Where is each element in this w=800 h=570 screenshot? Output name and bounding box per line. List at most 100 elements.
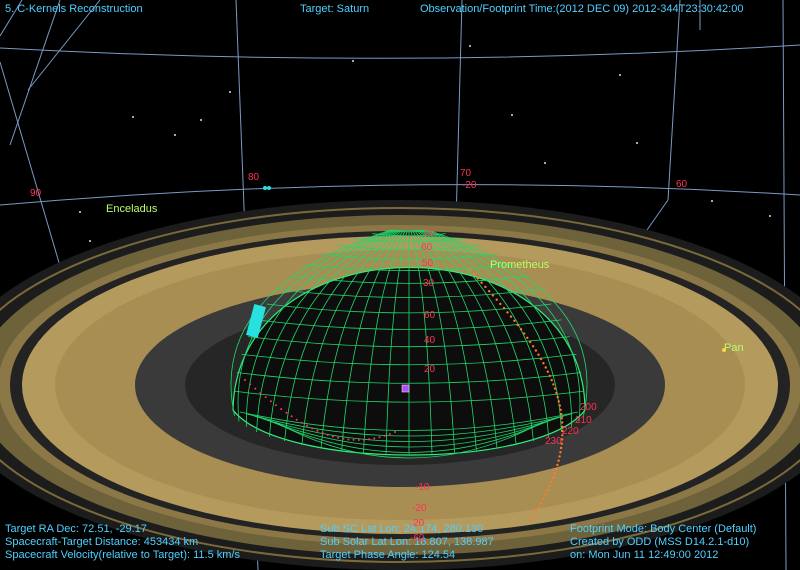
reconstruction-title: 5. C-Kernels Reconstruction [5,3,143,15]
trajectory-dot [560,412,563,416]
footprint-track-dot [368,438,371,441]
footprint-track-dot [259,391,262,394]
trajectory-dot [556,395,559,399]
planet-lon-label: 220 [562,426,579,437]
planet-lon-label: 230 [545,436,562,447]
trajectory-dot [468,268,472,272]
planet-lat-label: 80 [424,228,436,239]
target-ra-dec: Target RA Dec: 72.51, -29.17 [5,523,147,535]
body-label-enceladus[interactable]: Enceladus [106,203,157,215]
footprint-track-dot [285,411,288,414]
planet-lon-label: 210 [575,415,592,426]
viewer-canvas[interactable]: 5. C-Kernels Reconstruction Target: Satu… [0,0,800,570]
trajectory-dot [530,518,533,522]
trajectory-dot [537,506,541,509]
footprint-track-dot [331,435,334,438]
trajectory-dot [535,510,538,513]
footprint-track-dot [295,418,298,421]
trajectory-dot [542,497,545,500]
trajectory-dot [506,311,509,314]
sky-grid-label: -20 [462,180,477,191]
planet-lat-label: 50 [422,258,434,269]
footprint-track-dot [394,431,396,433]
body-label-prometheus[interactable]: Prometheus [490,259,549,271]
target-phase-angle: Target Phase Angle: 124.54 [320,549,456,561]
trajectory-dot [553,387,557,390]
trajectory-dot [532,514,536,517]
trajectory-dot [553,472,556,475]
footprint-track-dot [326,433,329,436]
trajectory-dot [557,459,560,462]
footprint-track-dot [311,427,314,430]
target-label: Target: Saturn [300,3,370,15]
footprint-track-dot [264,396,267,399]
planet-lat-label: 40 [424,335,436,346]
hud-target: Target: Saturn [300,3,369,16]
trajectory-dot [499,302,502,306]
planet-lat-label: 20 [413,518,425,529]
footprint-track-dot [280,408,283,411]
trajectory-dot [476,277,479,280]
trajectory-dot [559,408,562,411]
trajectory-dot [552,383,555,386]
footprint-track-dot [347,438,350,441]
trajectory-dot [472,273,476,276]
hud-top-left: 5. C-Kernels Reconstruction [5,3,143,16]
saturn-scene[interactable] [0,0,800,570]
trajectory-dot [526,336,529,339]
trajectory-dot [558,404,561,407]
sub-solar-lat-lon: Sub Solar Lat Lon: 16.807, 138.987 [320,536,494,548]
trajectory-dot [513,319,516,322]
footprint-track-dot [306,424,309,427]
planet-lat-label: 30 [423,278,435,289]
trajectory-dot [550,480,553,484]
trajectory-dot [558,455,561,458]
trajectory-dot [548,484,551,488]
trajectory-dot [560,417,563,420]
sub-sc-lat-lon: Sub SC Lat Lon: 24.174, 280.130 [320,523,484,535]
trajectory-dot [540,501,543,505]
planet-lat-label: 20 [424,364,436,375]
footprint-track-dot [269,400,272,403]
footprint-track-dot [337,436,340,439]
footprint-track-dot [300,421,303,424]
sky-grid-label: 80 [248,172,260,183]
trajectory-dot [550,379,553,382]
hud-bottom-center: Sub SC Lat Lon: 24.174, 280.130 Sub Sola… [320,523,494,562]
body-label-pan[interactable]: Pan [724,342,744,354]
trajectory-dot [529,340,532,344]
spacecraft-icon-2 [267,186,271,190]
planet-lat-label: -20 [412,503,427,514]
trajectory-dot [531,345,535,348]
trajectory-dot [519,328,523,331]
sky-grid-label: 60 [676,179,688,190]
footprint-track-dot [244,379,246,381]
trajectory-dot [491,294,495,297]
trajectory-dot [523,332,526,335]
footprint-track-dot [249,383,252,386]
observation-time-label: Observation/Footprint Time:(2012 DEC 09)… [420,3,744,15]
trajectory-dot [561,421,564,424]
trajectory-dot [542,362,545,365]
trajectory-dot [559,446,563,450]
planet-lat-label: 60 [424,310,436,321]
trajectory-dot [559,451,562,454]
trajectory-dot [534,349,538,352]
trajectory-dot [544,366,547,369]
footprint-track-dot [254,387,257,390]
hud-observation-time: Observation/Footprint Time:(2012 DEC 09)… [420,3,743,16]
footprint-track-dot [342,437,345,440]
footprint-track-dot [363,438,365,441]
footprint-track-dot [357,439,360,441]
created-on: on: Mon Jun 11 12:49:00 2012 [570,549,719,561]
trajectory-dot [539,357,543,361]
footprint-track-dot [275,404,277,407]
trajectory-dot [544,493,547,496]
trajectory-dot [546,370,549,373]
sky-grid-label: 70 [460,168,472,179]
planet-lat-label: -10 [415,482,430,493]
footprint-track-dot [378,436,381,439]
footprint-mode: Footprint Mode: Body Center (Default) [570,523,757,535]
trajectory-dot [502,306,506,310]
spacecraft-icon [263,186,267,190]
